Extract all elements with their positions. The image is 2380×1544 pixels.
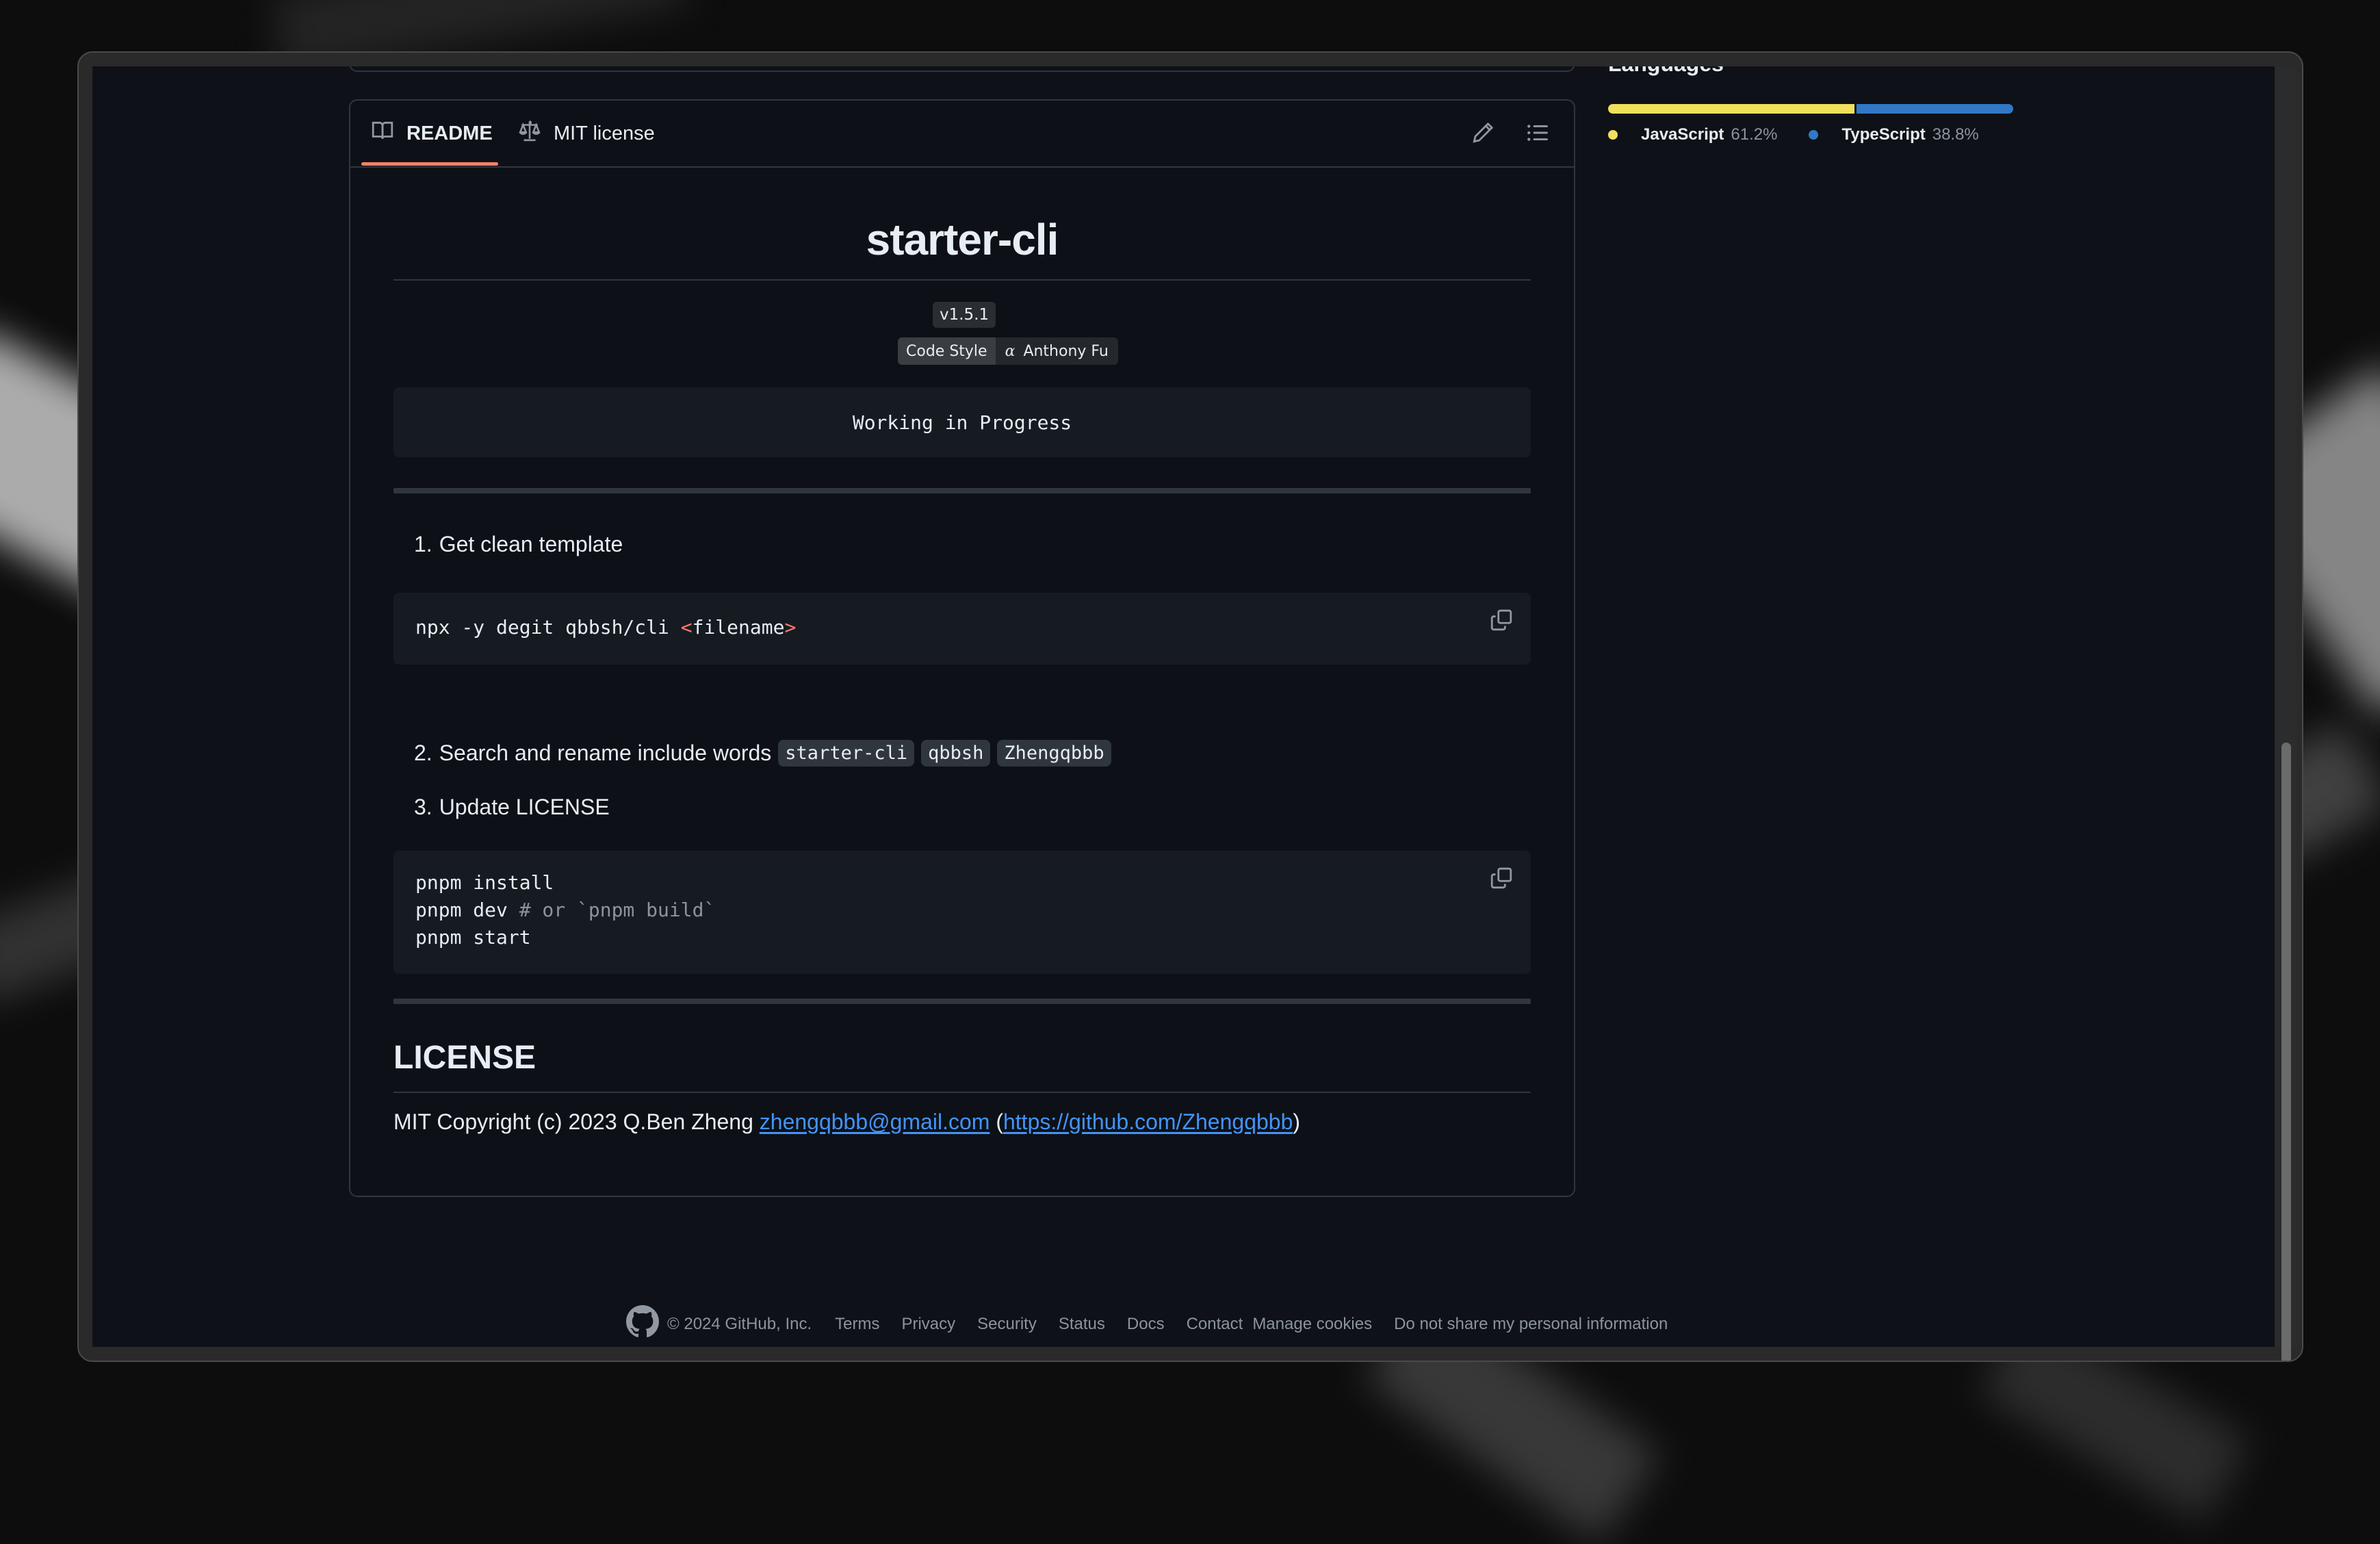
readme-tabs: README MIT license bbox=[350, 101, 1574, 168]
law-icon bbox=[518, 119, 541, 148]
language-name: TypeScript bbox=[1841, 125, 1926, 144]
list-unordered-icon bbox=[1526, 121, 1549, 148]
footer-link-manage-cookies[interactable]: Manage cookies bbox=[1252, 1315, 1372, 1334]
code-line: pnpm install bbox=[415, 871, 554, 894]
step-text: Update LICENSE bbox=[439, 795, 610, 819]
step-text: Get clean template bbox=[439, 532, 623, 556]
language-color-dot bbox=[1809, 130, 1819, 140]
language-bar-segment-javascript[interactable] bbox=[1608, 104, 1855, 114]
readme-container: README MIT license starter-cli v1.5.1 Co… bbox=[349, 99, 1575, 1197]
inline-code: starter-cli bbox=[778, 740, 915, 767]
copy-icon bbox=[1490, 608, 1513, 636]
license-text: MIT Copyright (c) 2023 Q.Ben Zheng zheng… bbox=[393, 1109, 1300, 1135]
github-profile-link[interactable]: https://github.com/Zhengqbbb bbox=[1003, 1109, 1293, 1134]
badge-value: ɑ Anthony Fu bbox=[995, 337, 1118, 365]
languages-heading: Languages bbox=[1608, 66, 1724, 77]
antfu-logo-icon: ɑ bbox=[1005, 342, 1016, 360]
code-comment: # or `pnpm build` bbox=[519, 899, 716, 921]
code-token: < bbox=[680, 616, 693, 639]
book-icon bbox=[371, 119, 394, 148]
step-text: Search and rename include words bbox=[439, 741, 772, 765]
github-logo-icon[interactable] bbox=[626, 1305, 667, 1343]
inline-code: Zhengqbbb bbox=[997, 740, 1111, 767]
license-heading: LICENSE bbox=[393, 1040, 536, 1076]
footer-link-privacy[interactable]: Privacy bbox=[901, 1315, 955, 1334]
tab-label: MIT license bbox=[554, 122, 655, 144]
language-bar-segment-typescript[interactable] bbox=[1857, 104, 2013, 114]
language-percent: 61.2% bbox=[1731, 125, 1778, 144]
step-number: 1. bbox=[414, 532, 432, 556]
language-percent: 38.8% bbox=[1932, 125, 1979, 144]
footer-link-contact[interactable]: Contact bbox=[1187, 1315, 1243, 1334]
code-command: pnpm dev bbox=[415, 899, 519, 921]
code-token: > bbox=[784, 616, 797, 639]
language-name: JavaScript bbox=[1641, 125, 1724, 144]
license-prefix: MIT Copyright (c) 2023 Q.Ben Zheng bbox=[393, 1109, 760, 1134]
license-heading-divider bbox=[393, 1092, 1531, 1093]
badge-label: Code Style bbox=[898, 337, 996, 365]
readme-title: starter-cli bbox=[866, 215, 1059, 264]
code-line: pnpm start bbox=[415, 926, 531, 949]
tab-label: README bbox=[406, 122, 493, 144]
footer-link-do-not-share[interactable]: Do not share my personal information bbox=[1394, 1315, 1668, 1334]
email-link[interactable]: zhengqbbb@gmail.com bbox=[760, 1109, 990, 1134]
copy-button[interactable] bbox=[1486, 606, 1517, 638]
copy-icon bbox=[1490, 866, 1513, 895]
step-number: 3. bbox=[414, 795, 432, 819]
inline-code: qbbsh bbox=[921, 740, 991, 767]
language-item-javascript[interactable]: JavaScript 61.2% bbox=[1608, 125, 1777, 144]
active-tab-indicator bbox=[361, 162, 498, 166]
pencil-icon bbox=[1471, 121, 1495, 148]
code-line: pnpm dev # or `pnpm build` bbox=[415, 899, 715, 921]
copy-button[interactable] bbox=[1486, 864, 1517, 896]
page-footer: © 2024 GitHub, Inc. Terms Privacy Securi… bbox=[626, 1305, 1690, 1343]
language-color-dot bbox=[1608, 130, 1618, 140]
code-block: npx -y degit qbbsh/cli <filename> bbox=[393, 593, 1531, 665]
horizontal-rule bbox=[393, 488, 1531, 493]
language-item-typescript[interactable]: TypeScript 38.8% bbox=[1809, 125, 1979, 144]
languages-legend: JavaScript 61.2% TypeScript 38.8% bbox=[1608, 125, 1979, 144]
tab-mit-license[interactable]: MIT license bbox=[518, 120, 655, 147]
punctuation: ( bbox=[989, 1109, 1003, 1134]
code-token: filename bbox=[692, 616, 785, 639]
page-viewport: Languages JavaScript 61.2% TypeScript 38… bbox=[92, 66, 2275, 1347]
step-item: 3. Update LICENSE bbox=[414, 795, 610, 820]
table-of-contents-button[interactable] bbox=[1521, 117, 1555, 151]
badge-value-text: Anthony Fu bbox=[1023, 342, 1109, 360]
punctuation: ) bbox=[1293, 1109, 1301, 1134]
tab-readme[interactable]: README bbox=[371, 120, 493, 147]
footer-link-status[interactable]: Status bbox=[1059, 1315, 1105, 1334]
previous-section-box bbox=[349, 66, 1575, 72]
title-divider bbox=[393, 279, 1531, 281]
scrollbar-thumb[interactable] bbox=[2281, 743, 2291, 1361]
step-number: 2. bbox=[414, 741, 432, 765]
horizontal-rule bbox=[393, 999, 1531, 1004]
code-command: npx -y degit qbbsh/cli bbox=[415, 616, 681, 639]
notice-block: Working in Progress bbox=[393, 387, 1531, 457]
browser-window: Languages JavaScript 61.2% TypeScript 38… bbox=[77, 51, 2303, 1362]
footer-copyright: © 2024 GitHub, Inc. bbox=[667, 1314, 812, 1333]
code-style-badge[interactable]: Code Style ɑ Anthony Fu bbox=[898, 337, 1118, 365]
footer-link-docs[interactable]: Docs bbox=[1127, 1315, 1165, 1334]
code-block: pnpm install pnpm dev # or `pnpm build` … bbox=[393, 851, 1531, 974]
step-item: 2. Search and rename include words start… bbox=[414, 740, 1111, 767]
footer-link-security[interactable]: Security bbox=[977, 1315, 1037, 1334]
vertical-scrollbar[interactable] bbox=[2276, 66, 2297, 1361]
step-item: 1. Get clean template bbox=[414, 532, 623, 557]
footer-link-terms[interactable]: Terms bbox=[835, 1315, 879, 1334]
languages-bar bbox=[1608, 104, 2013, 114]
version-badge[interactable]: v1.5.1 bbox=[933, 302, 996, 328]
edit-readme-button[interactable] bbox=[1466, 117, 1500, 151]
code-line: npx -y degit qbbsh/cli <filename> bbox=[415, 616, 796, 639]
